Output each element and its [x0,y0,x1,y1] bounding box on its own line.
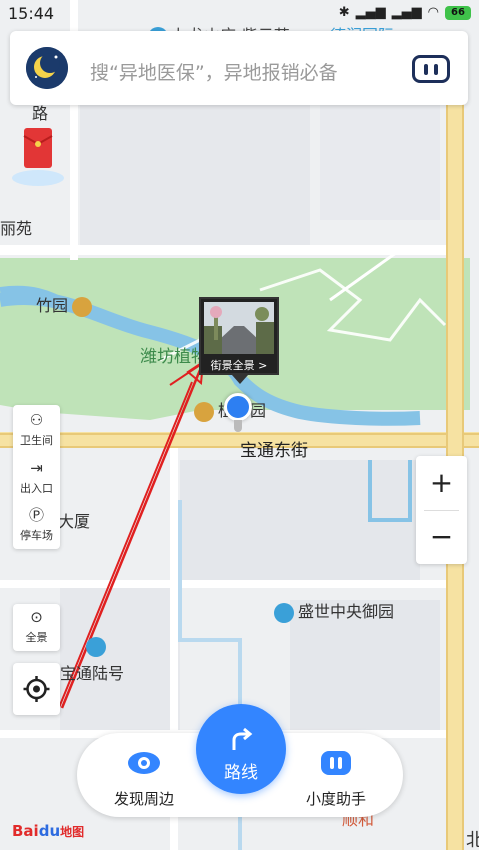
xiaodu-assistant-button[interactable]: 小度助手 [299,733,373,817]
crosshair-icon [23,676,50,702]
map-label-street: 宝通东街 [240,441,308,461]
poi-tool-panel: ⚇ 卫生间 ⇥ 出入口 Ⓟ 停车场 [13,405,60,549]
bluetooth-icon: ✱ [338,5,350,20]
pin-icon: ⊙ [30,608,43,626]
entrance-button[interactable]: ⇥ 出入口 [13,455,60,501]
map-label-edge: 北 [466,830,479,850]
xiaodu-icon [321,751,351,775]
restroom-icon: ⚇ [29,411,44,429]
street-view-thumbnail[interactable]: 街景全景 > [199,297,279,375]
map-label-bamboo-garden[interactable]: 竹园 [36,292,96,317]
wifi-icon: ◠ [427,5,439,20]
discover-nearby-button[interactable]: 发现周边 [107,733,181,817]
search-input[interactable]: 搜“异地医保”，异地报销必备 [90,58,338,85]
route-button[interactable]: 路线 [196,704,286,794]
map-label-mansion[interactable]: 大厦 [58,508,90,532]
street-view-label[interactable]: 街景全景 > [201,357,277,373]
locate-button[interactable] [13,663,60,715]
parking-icon: Ⓟ [28,506,44,524]
signal-icon-2: ▂▄▆ [391,5,422,20]
baidu-map-logo: Baidu地图 [12,822,85,840]
scenic-poi-icon [194,401,214,422]
current-location-marker[interactable] [224,393,252,421]
parking-button[interactable]: Ⓟ 停车场 [13,502,60,548]
route-arrow-icon [232,727,253,750]
residence-poi-icon [86,636,106,657]
zoom-in-button[interactable]: + [416,456,467,510]
residence-poi-icon [274,602,294,623]
xiaodu-bot-icon[interactable] [412,55,450,83]
zoom-control: + − [416,456,467,564]
red-packet-icon[interactable] [8,118,68,188]
street-view-pointer [232,375,248,384]
map-label-left-garden[interactable]: 丽苑 [0,215,32,239]
restroom-button[interactable]: ⚇ 卫生间 [13,407,60,453]
battery-icon: 66 [445,5,471,20]
eye-icon [128,752,160,774]
status-time: 15:44 [8,4,55,23]
panorama-button[interactable]: ⊙ 全景 [13,604,60,651]
signal-icon: ▂▄▆ [355,5,386,20]
moon-avatar-icon[interactable] [26,47,68,89]
search-bar[interactable]: 搜“异地医保”，异地报销必备 [10,31,468,105]
scenic-poi-icon [72,296,93,317]
street-view-photo [204,302,274,354]
exit-icon: ⇥ [30,459,43,477]
location-pin-stem [234,420,242,432]
zoom-out-button[interactable]: − [416,510,467,564]
map-label-residence[interactable]: 盛世中央御园 [274,598,394,623]
map-label-baotong-poi [86,636,110,657]
status-icons: ✱ ▂▄▆ ▂▄▆ ◠ 66 [339,5,471,20]
map-label-baotong[interactable]: 宝通陆号 [60,660,124,684]
